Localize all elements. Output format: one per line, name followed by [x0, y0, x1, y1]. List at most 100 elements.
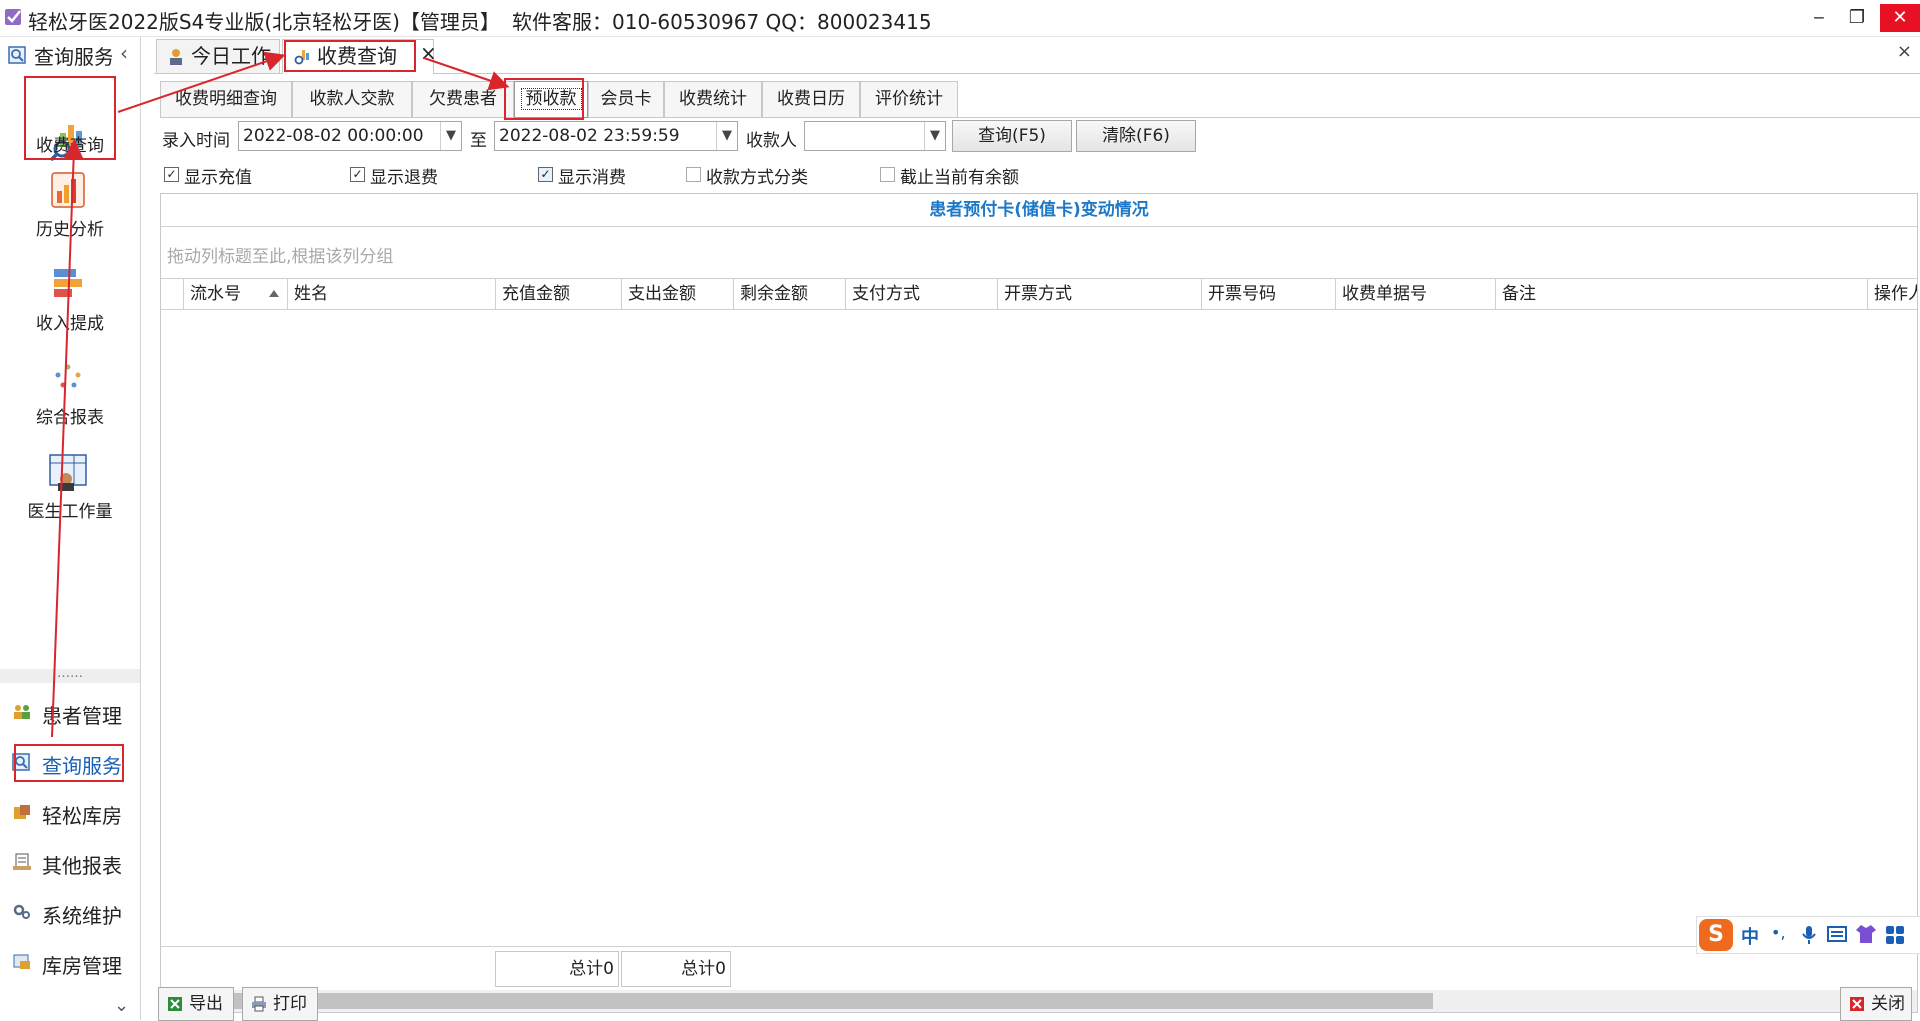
today-work-icon — [170, 49, 182, 65]
tool-income-commission[interactable]: 收入提成 — [0, 265, 140, 345]
tool-doctor-workload[interactable]: 医生工作量 — [0, 453, 140, 533]
has-balance-checkbox[interactable]: 截止当前有余额 — [880, 163, 1050, 188]
checkbox-box: ✓ — [538, 167, 553, 182]
tab-today-work[interactable]: 今日工作 — [156, 39, 280, 73]
expense-total: 总计0 — [621, 951, 731, 987]
nav-item-system-maintenance[interactable]: 系统维护 — [0, 891, 140, 935]
keyboard-icon[interactable] — [1827, 926, 1847, 942]
column-header[interactable]: 支付方式 — [845, 279, 997, 309]
nav-item-warehouse[interactable]: 轻松库房 — [0, 791, 140, 835]
payment-method-group-checkbox[interactable]: 收款方式分类 — [686, 163, 836, 188]
nav-item-label: 其他报表 — [42, 854, 122, 878]
start-time-value: 2022-08-02 00:00:00 — [243, 126, 424, 146]
window-title: 轻松牙医2022版S4专业版(北京轻松牙医)【管理员】 — [28, 10, 500, 34]
print-button[interactable]: 打印 — [242, 987, 318, 1021]
warehouse-icon — [14, 805, 30, 819]
button-label: 关闭 — [1871, 994, 1905, 1014]
sidebar: 查询服务 ‹ 收费查询 历史分析 收入提成 综合报表 医生工作量 …… 患者管理… — [0, 37, 141, 1020]
column-header[interactable]: 操作人 — [1867, 279, 1917, 309]
show-consumption-checkbox[interactable]: ✓ 显示消费 — [538, 163, 658, 188]
entry-time-label: 录入时间 — [162, 131, 230, 151]
show-refund-checkbox[interactable]: ✓ 显示退费 — [350, 163, 470, 188]
recharge-total: 总计0 — [495, 951, 619, 987]
button-label: 导出 — [189, 994, 223, 1014]
skin-shirt-icon[interactable] — [1855, 924, 1877, 944]
nav-item-patients[interactable]: 患者管理 — [0, 691, 140, 735]
dropdown-arrow-icon[interactable]: ▼ — [924, 122, 945, 150]
column-header[interactable]: 姓名 — [287, 279, 495, 309]
nav-item-other-report[interactable]: 其他报表 — [0, 841, 140, 885]
tool-label: 综合报表 — [36, 408, 104, 428]
subtab-evaluation-stats[interactable]: 评价统计 — [860, 81, 958, 117]
horizontal-scrollbar[interactable]: ‹ › — [161, 990, 1917, 1012]
close-tab-icon[interactable]: × — [420, 41, 437, 65]
checkbox-label: 显示充值 — [184, 168, 252, 188]
checkbox-label: 显示消费 — [558, 168, 626, 188]
query-button[interactable]: 查询(F5) — [952, 120, 1072, 152]
tool-label: 历史分析 — [36, 220, 104, 240]
close-panel-icon[interactable]: × — [1897, 41, 1912, 62]
nav-item-label: 库房管理 — [42, 954, 122, 978]
title-bar: 轻松牙医2022版S4专业版(北京轻松牙医)【管理员】 软件客服：010-605… — [0, 0, 1920, 37]
dropdown-arrow-icon[interactable]: ▼ — [440, 122, 461, 150]
checkbox-box: ✓ — [350, 167, 365, 182]
show-recharge-checkbox[interactable]: ✓ 显示充值 — [164, 163, 284, 188]
history-analysis-icon — [51, 172, 85, 208]
subtab-arrears-patients[interactable]: 欠费患者 — [412, 81, 514, 117]
clear-button[interactable]: 清除(F6) — [1076, 120, 1196, 152]
toolbox-grid-icon[interactable] — [1885, 925, 1905, 945]
sub-tab-strip: 收费明细查询 收款人交款 欠费患者 预收款 会员卡 收费统计 收费日历 评价统计 — [160, 81, 1920, 118]
collapse-sidebar-icon[interactable]: ‹ — [120, 41, 128, 65]
sidebar-splitter[interactable]: …… — [0, 667, 140, 683]
doctor-workload-icon — [49, 454, 87, 491]
close-window-button[interactable]: ✕ — [1880, 4, 1920, 32]
ime-chinese-mode[interactable]: 中 — [1741, 923, 1759, 949]
to-label: 至 — [470, 131, 487, 151]
tool-label: 收入提成 — [36, 314, 104, 334]
subtab-payee-settlement[interactable]: 收款人交款 — [292, 81, 412, 117]
tool-history-analysis[interactable]: 历史分析 — [0, 171, 140, 251]
support-info: 软件客服：010-60530967 QQ：800023415 — [512, 10, 932, 34]
excel-export-icon — [168, 997, 182, 1011]
payee-select[interactable]: ▼ — [804, 121, 946, 151]
subtab-member-card[interactable]: 会员卡 — [588, 81, 664, 117]
checkbox-box: ✓ — [164, 167, 179, 182]
subtab-charge-stats[interactable]: 收费统计 — [664, 81, 762, 117]
group-by-hint[interactable]: 拖动列标题至此,根据该列分组 — [167, 242, 393, 267]
tool-label: 医生工作量 — [27, 502, 113, 522]
column-header[interactable]: 备注 — [1495, 279, 1867, 309]
tool-comprehensive-report[interactable]: 综合报表 — [0, 359, 140, 439]
ime-toolbar[interactable]: S 中 •, — [1696, 916, 1920, 954]
sidebar-header-label: 查询服务 — [34, 45, 112, 69]
dropdown-arrow-icon[interactable]: ▼ — [716, 122, 737, 150]
column-header[interactable]: 开票号码 — [1201, 279, 1335, 309]
income-commission-icon — [54, 269, 82, 297]
checkbox-label: 截止当前有余额 — [900, 168, 1019, 188]
grid-header: 流水号 姓名 充值金额 支出金额 剩余金额 支付方式 开票方式 开票号码 收费单… — [161, 278, 1917, 310]
checkbox-label: 显示退费 — [370, 168, 438, 188]
nav-item-label: 系统维护 — [42, 904, 122, 928]
highlight-box — [14, 744, 124, 782]
microphone-icon[interactable] — [1801, 925, 1817, 945]
ime-punctuation[interactable]: •, — [1771, 923, 1786, 942]
restore-button[interactable]: ❐ — [1840, 4, 1874, 32]
start-time-field[interactable]: 2022-08-02 00:00:00 ▼ — [238, 121, 462, 151]
subtab-charge-calendar[interactable]: 收费日历 — [762, 81, 860, 117]
checkbox-box — [880, 167, 895, 182]
column-header[interactable]: 支出金额 — [621, 279, 733, 309]
column-header[interactable]: 收费单据号 — [1335, 279, 1495, 309]
checkbox-box — [686, 167, 701, 182]
column-header[interactable]: 流水号 — [183, 279, 287, 309]
sogou-logo-icon: S — [1699, 919, 1733, 951]
column-header[interactable]: 充值金额 — [495, 279, 621, 309]
column-header[interactable]: 开票方式 — [997, 279, 1201, 309]
subtab-charge-detail[interactable]: 收费明细查询 — [160, 81, 292, 117]
more-nav-icon[interactable]: ⌄ — [114, 995, 129, 1016]
close-button[interactable]: 关闭 — [1840, 987, 1912, 1021]
column-header[interactable]: 剩余金额 — [733, 279, 845, 309]
nav-item-warehouse-manage[interactable]: 库房管理 — [0, 941, 140, 985]
minimize-button[interactable]: ‒ — [1802, 4, 1836, 32]
export-button[interactable]: 导出 — [158, 987, 234, 1021]
scrollbar-thumb[interactable] — [183, 993, 1433, 1009]
end-time-field[interactable]: 2022-08-02 23:59:59 ▼ — [494, 121, 738, 151]
